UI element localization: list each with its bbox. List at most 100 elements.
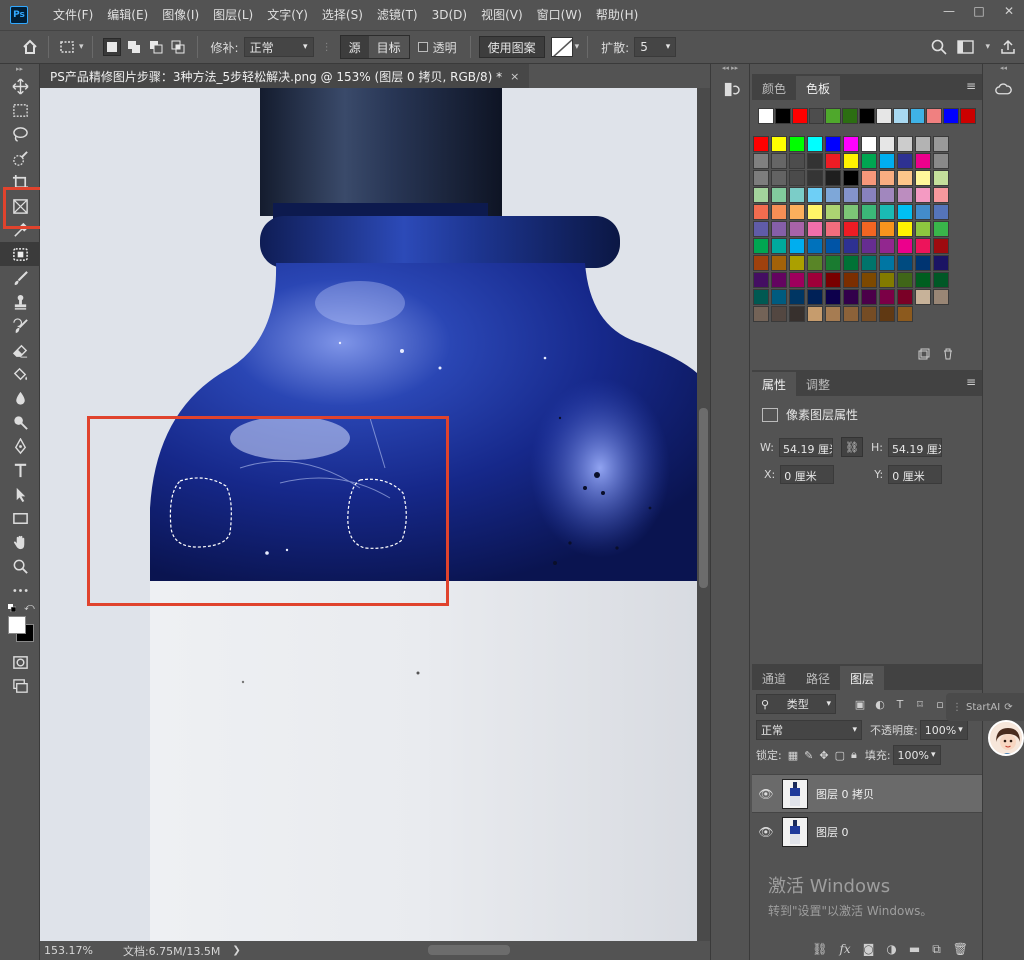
- eyedropper-tool-icon[interactable]: [0, 218, 40, 242]
- layer-mask-icon[interactable]: ◙: [863, 942, 875, 956]
- color-swatch[interactable]: [771, 306, 787, 322]
- recent-swatch[interactable]: [842, 108, 859, 124]
- color-swatch[interactable]: [771, 170, 787, 186]
- color-swatch[interactable]: [897, 306, 913, 322]
- color-swatch[interactable]: [897, 204, 913, 220]
- target-button[interactable]: 目标: [368, 36, 409, 58]
- tab-layers[interactable]: 图层: [840, 666, 885, 690]
- color-swatch[interactable]: [915, 289, 931, 305]
- new-selection-icon[interactable]: [102, 38, 121, 56]
- color-swatch[interactable]: [879, 221, 895, 237]
- dock-grip[interactable]: ◂◂ ▸▸: [711, 64, 749, 74]
- color-swatch[interactable]: [915, 204, 931, 220]
- recent-swatch[interactable]: [926, 108, 943, 124]
- adjustment-layer-icon[interactable]: ◑: [886, 942, 896, 956]
- filter-shape-icon[interactable]: ⌑: [910, 698, 930, 711]
- layer-row[interactable]: 👁︎ 图层 0 拷贝: [752, 774, 982, 812]
- color-swatch[interactable]: [843, 272, 859, 288]
- panel-menu-icon[interactable]: ≡: [966, 375, 976, 389]
- color-swatch[interactable]: [789, 272, 805, 288]
- delete-layer-icon[interactable]: 🗑︎: [953, 942, 968, 956]
- lock-all-icon[interactable]: 🔒︎: [851, 748, 857, 762]
- lock-position-icon[interactable]: ✥: [819, 749, 828, 762]
- menu-filter[interactable]: 滤镜(T): [370, 0, 425, 30]
- filter-adjustment-icon[interactable]: ◐: [870, 698, 890, 711]
- color-swatch[interactable]: [843, 289, 859, 305]
- color-swatch[interactable]: [789, 306, 805, 322]
- color-swatch[interactable]: [861, 153, 877, 169]
- color-swatch[interactable]: [933, 255, 949, 271]
- filter-type-icon[interactable]: T: [890, 698, 910, 711]
- color-swatch[interactable]: [897, 238, 913, 254]
- recent-swatch[interactable]: [808, 108, 825, 124]
- color-swatch[interactable]: [879, 255, 895, 271]
- color-swatch[interactable]: [753, 289, 769, 305]
- zoom-level[interactable]: 153.17%: [44, 944, 93, 957]
- color-swatch[interactable]: [825, 306, 841, 322]
- color-swatch[interactable]: [807, 136, 823, 152]
- hand-tool-icon[interactable]: [0, 530, 40, 554]
- color-swatch[interactable]: [879, 170, 895, 186]
- color-swatch[interactable]: [897, 187, 913, 203]
- color-swatch[interactable]: [753, 272, 769, 288]
- dock-grip[interactable]: ◂◂: [983, 64, 1024, 74]
- color-swatch[interactable]: [897, 153, 913, 169]
- color-swatch[interactable]: [753, 255, 769, 271]
- color-swatch[interactable]: [843, 136, 859, 152]
- path-selection-tool-icon[interactable]: [0, 482, 40, 506]
- color-swatch[interactable]: [771, 153, 787, 169]
- color-swatch[interactable]: [789, 170, 805, 186]
- menu-window[interactable]: 窗口(W): [530, 0, 589, 30]
- default-colors-icon[interactable]: [8, 604, 16, 612]
- recent-swatch[interactable]: [909, 108, 926, 124]
- color-swatch[interactable]: [753, 153, 769, 169]
- recent-swatch[interactable]: [859, 108, 875, 124]
- color-swatch[interactable]: [915, 255, 931, 271]
- recent-swatch[interactable]: [875, 108, 892, 124]
- more-tools-icon[interactable]: [0, 578, 40, 602]
- close-document-icon[interactable]: ×: [510, 70, 519, 83]
- document-canvas[interactable]: [40, 88, 697, 941]
- crop-tool-icon[interactable]: [0, 170, 40, 194]
- startai-plugin-button[interactable]: ⋮ StartAI ⟳: [946, 693, 1024, 721]
- color-swatch[interactable]: [789, 289, 805, 305]
- menu-help[interactable]: 帮助(H): [589, 0, 645, 30]
- color-swatch[interactable]: [771, 272, 787, 288]
- recent-swatch[interactable]: [892, 108, 909, 124]
- maximize-button[interactable]: □: [964, 0, 994, 22]
- transparent-checkbox[interactable]: [417, 42, 428, 52]
- color-swatch[interactable]: [789, 221, 805, 237]
- pattern-swatch[interactable]: [550, 37, 573, 57]
- zoom-tool-icon[interactable]: [0, 554, 40, 578]
- clone-stamp-tool-icon[interactable]: [0, 290, 40, 314]
- color-swatch[interactable]: [897, 272, 913, 288]
- opacity-field[interactable]: 100% ▾: [919, 720, 968, 740]
- type-tool-icon[interactable]: [0, 458, 40, 482]
- recent-swatch[interactable]: [825, 108, 842, 124]
- color-swatch[interactable]: [879, 306, 895, 322]
- color-swatch[interactable]: [933, 136, 949, 152]
- color-swatch[interactable]: [861, 136, 877, 152]
- share-icon[interactable]: [1000, 39, 1016, 55]
- color-swatch[interactable]: [753, 221, 769, 237]
- pen-tool-icon[interactable]: [0, 434, 40, 458]
- new-group-icon[interactable]: ▬: [909, 942, 920, 956]
- paint-bucket-tool-icon[interactable]: [0, 362, 40, 386]
- creative-cloud-icon[interactable]: [983, 74, 1023, 104]
- color-swatch[interactable]: [897, 289, 913, 305]
- color-swatch[interactable]: [861, 255, 877, 271]
- layer-name[interactable]: 图层 0 拷贝: [816, 786, 874, 802]
- color-swatch[interactable]: [771, 255, 787, 271]
- visibility-eye-icon[interactable]: 👁︎: [752, 825, 780, 839]
- foreground-color-chip[interactable]: [8, 616, 26, 634]
- color-swatch[interactable]: [807, 153, 823, 169]
- color-swatch[interactable]: [879, 187, 895, 203]
- color-swatch[interactable]: [771, 238, 787, 254]
- menu-view[interactable]: 视图(V): [474, 0, 530, 30]
- document-tab[interactable]: PS产品精修图片步骤：3种方法_5步轻松解决.png @ 153% (图层 0 …: [40, 64, 530, 88]
- color-swatch[interactable]: [807, 238, 823, 254]
- color-swatch[interactable]: [861, 238, 877, 254]
- height-field[interactable]: 54.19 厘米: [887, 437, 942, 457]
- color-swatch[interactable]: [879, 204, 895, 220]
- tab-color[interactable]: 颜色: [752, 76, 796, 100]
